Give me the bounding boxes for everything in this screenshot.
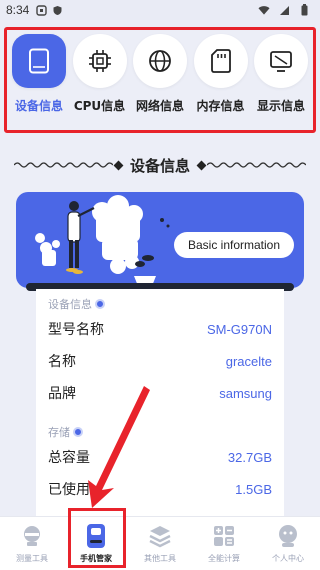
info-value: 1.5GB	[235, 481, 272, 497]
nav-label: 测量工具	[16, 554, 48, 563]
info-row: 型号名称 SM-G970N	[48, 313, 272, 345]
phone-manager-icon	[83, 523, 109, 549]
nav-label: 全能计算	[208, 554, 240, 563]
info-key: 已使用	[48, 482, 90, 498]
section-title: 设备信息	[130, 156, 191, 175]
nav-calculator[interactable]: 全能计算	[194, 523, 254, 564]
info-value: 32.7GB	[227, 449, 272, 465]
wifi-icon	[258, 4, 270, 16]
dot-icon	[95, 299, 105, 309]
tablet-icon	[12, 34, 66, 88]
dot-icon	[73, 427, 83, 437]
status-bar: 8:34	[0, 0, 320, 20]
tab-device-info[interactable]: 设备信息	[10, 34, 68, 134]
info-value: SM-G970N	[206, 321, 272, 337]
info-row: 名称 gracelte	[48, 345, 272, 377]
nav-phone-manager[interactable]: 手机管家	[66, 523, 126, 564]
group-title-label: 设备信息	[48, 298, 92, 311]
info-key: 总容量	[48, 450, 90, 466]
nav-other-tools[interactable]: 其他工具	[130, 523, 190, 564]
info-key: 型号名称	[48, 322, 104, 338]
group-title-label: 存储	[48, 426, 70, 439]
wave-divider-right	[207, 162, 307, 168]
group-title-device: 设备信息	[48, 295, 272, 313]
notification-icon	[35, 4, 47, 16]
tab-display-info[interactable]: 显示信息	[252, 34, 310, 134]
wave-divider-left	[14, 162, 113, 168]
calculator-icon	[211, 523, 237, 549]
basic-information-button[interactable]: Basic information	[174, 232, 294, 258]
cpu-icon	[72, 34, 127, 88]
tab-cpu-info[interactable]: CPU信息	[71, 34, 129, 134]
info-key: 名称	[48, 354, 76, 370]
group-title-storage: 存储	[48, 423, 272, 441]
section-header: 设备信息	[14, 150, 307, 180]
tab-label: 网络信息	[135, 99, 184, 113]
nav-label: 其他工具	[144, 554, 176, 563]
nav-personal-center[interactable]: 个人中心	[258, 523, 318, 564]
info-row: 已使用 1.5GB	[48, 473, 272, 505]
nav-label: 手机管家	[80, 554, 112, 563]
nav-label: 个人中心	[272, 554, 304, 563]
shield-icon	[51, 4, 63, 16]
bottom-navigation: 测量工具 手机管家 其他工具 全能计算 个人中心	[0, 516, 320, 570]
info-key: 品牌	[48, 386, 76, 402]
display-icon	[254, 34, 308, 88]
device-info-card: 设备信息 型号名称 SM-G970N 名称 gracelte 品牌 samsun…	[36, 289, 284, 521]
tab-label: CPU信息	[73, 99, 126, 113]
globe-icon	[133, 34, 187, 88]
tab-memory-info[interactable]: 内存信息	[192, 34, 250, 134]
tab-label: 设备信息	[14, 99, 63, 113]
user-icon	[275, 523, 301, 549]
tab-label: 显示信息	[256, 99, 305, 113]
tab-label: 内存信息	[196, 99, 245, 113]
info-row: 品牌 samsung	[48, 377, 272, 409]
layers-icon	[147, 523, 173, 549]
status-time: 8:34	[6, 3, 30, 17]
info-row: 总容量 32.7GB	[48, 441, 272, 473]
ruler-tools-icon	[19, 523, 45, 549]
diamond-ornament	[113, 160, 124, 170]
tab-network-info[interactable]: 网络信息	[131, 34, 189, 134]
sd-card-icon	[193, 34, 248, 88]
category-tabs: 设备信息 CPU信息 网络信息 内存信息 显示信息	[4, 26, 316, 134]
battery-icon	[298, 4, 310, 16]
signal-icon	[278, 4, 290, 16]
info-value: samsung	[219, 385, 272, 401]
info-value: gracelte	[225, 353, 272, 369]
diamond-ornament	[196, 160, 207, 170]
nav-measure-tools[interactable]: 测量工具	[2, 523, 62, 564]
